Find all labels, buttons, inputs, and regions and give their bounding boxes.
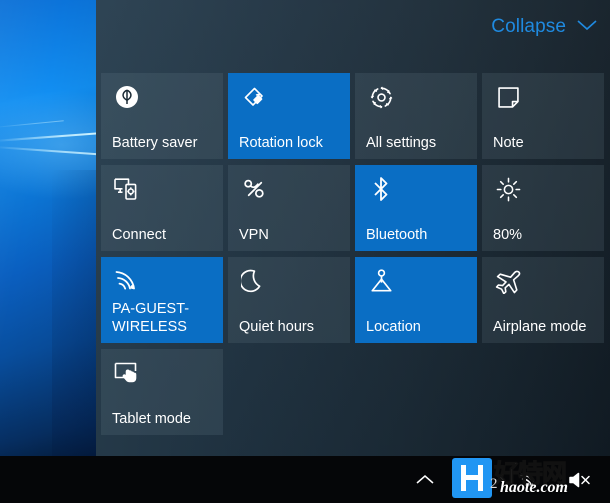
quick-action-brightness[interactable]: 80%: [482, 165, 604, 251]
gear-icon: [366, 82, 396, 112]
collapse-button[interactable]: Collapse: [491, 16, 598, 38]
quick-action-label: Battery saver: [112, 135, 198, 151]
system-tray: [412, 467, 594, 493]
quick-action-label: Connect: [112, 227, 167, 243]
taskbar: 2 好特网 haote.com: [0, 456, 610, 503]
collapse-label: Collapse: [491, 16, 566, 37]
chevron-up-icon[interactable]: [412, 467, 438, 493]
battery-saver-leaf-icon: [112, 82, 142, 112]
quick-action-label: VPN: [239, 227, 269, 243]
quick-action-all-settings[interactable]: All settings: [355, 73, 477, 159]
quick-action-label: Airplane mode: [493, 319, 587, 335]
chevron-down-icon: [576, 18, 598, 37]
location-icon: [366, 266, 396, 296]
quick-action-tablet-mode[interactable]: Tablet mode: [101, 349, 223, 435]
vpn-knot-icon: [239, 174, 269, 204]
brightness-sun-icon: [493, 174, 523, 204]
quick-action-location[interactable]: Location: [355, 257, 477, 343]
speaker-muted-icon[interactable]: [568, 467, 594, 493]
quick-action-wifi[interactable]: PA-GUEST- WIRELESS: [101, 257, 223, 343]
rotation-lock-icon: [239, 82, 269, 112]
screen: Collapse Battery saver Rotation lock All s…: [0, 0, 610, 503]
quick-action-label: Location: [366, 319, 421, 335]
quick-action-label: Note: [493, 135, 524, 151]
action-center-panel: Collapse Battery saver Rotation lock All s…: [96, 0, 610, 456]
tablet-touch-icon: [112, 358, 142, 388]
desktop-wallpaper: [0, 0, 96, 456]
quick-action-label: 80%: [493, 227, 523, 243]
wifi-icon: [112, 266, 142, 296]
battery-icon[interactable]: [464, 467, 490, 493]
quick-action-battery-saver[interactable]: Battery saver: [101, 73, 223, 159]
wallpaper-fold-shadow: [52, 170, 96, 456]
quick-action-airplane-mode[interactable]: Airplane mode: [482, 257, 604, 343]
quick-action-label: Quiet hours: [239, 319, 314, 335]
quick-action-label: Rotation lock: [239, 135, 323, 151]
bluetooth-icon: [366, 174, 396, 204]
quick-action-label: Bluetooth: [366, 227, 428, 243]
note-page-icon: [493, 82, 523, 112]
airplane-icon: [493, 266, 523, 296]
quick-action-bluetooth[interactable]: Bluetooth: [355, 165, 477, 251]
wifi-icon[interactable]: [516, 467, 542, 493]
connect-devices-icon: [112, 174, 142, 204]
quick-action-label: All settings: [366, 135, 437, 151]
moon-icon: [239, 266, 269, 296]
quick-action-rotation-lock[interactable]: Rotation lock: [228, 73, 350, 159]
quick-action-note[interactable]: Note: [482, 73, 604, 159]
quick-action-connect[interactable]: Connect: [101, 165, 223, 251]
quick-action-label: PA-GUEST- WIRELESS: [112, 301, 190, 335]
quick-action-vpn[interactable]: VPN: [228, 165, 350, 251]
quick-action-tile-grid: Battery saver Rotation lock All settings No…: [101, 73, 604, 435]
quick-action-label: Tablet mode: [112, 411, 191, 427]
quick-action-quiet-hours[interactable]: Quiet hours: [228, 257, 350, 343]
